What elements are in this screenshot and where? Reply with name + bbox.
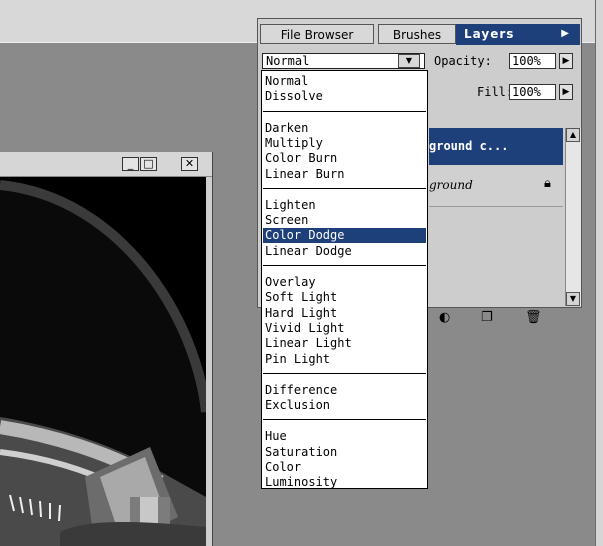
blend-mode-item[interactable]: Normal [263,74,426,89]
layer-row-selected[interactable]: ground c... [429,128,563,165]
tab-layers[interactable]: Layers ▶ [456,24,580,45]
blend-mode-item[interactable]: Color Dodge [263,228,426,244]
image-canvas[interactable] [0,177,206,546]
scroll-down-icon[interactable]: ▼ [566,292,580,306]
image-document-window: _ □ ✕ [0,152,213,546]
workspace-right-edge [595,0,603,546]
tab-brushes[interactable]: Brushes [378,24,456,44]
layer-name: ground c... [429,139,509,153]
layers-bottom-toolbar: ◐ ❐ 🗑︎ [429,307,579,331]
palette-menu-arrow-icon[interactable]: ▶ [561,24,570,44]
layers-scrollbar[interactable]: ▲ ▼ [565,128,581,306]
blend-mode-item[interactable]: Exclusion [263,398,426,413]
menu-separator [263,265,426,266]
tab-layers-label: Layers [464,27,515,41]
blend-mode-item[interactable]: Vivid Light [263,321,426,336]
menu-separator [263,187,426,189]
blend-mode-item[interactable]: Color [263,460,426,475]
blend-mode-item[interactable]: Overlay [263,275,426,290]
blend-mode-item[interactable]: Soft Light [263,290,426,305]
blend-mode-item[interactable]: Darken [263,121,426,136]
blend-mode-item[interactable]: Linear Light [263,336,426,351]
opacity-label: Opacity: [434,54,492,68]
maximize-button[interactable]: □ [140,157,157,171]
blend-mode-item[interactable]: Multiply [263,136,426,151]
blend-mode-item[interactable]: Pin Light [263,352,426,367]
new-layer-icon[interactable]: ❐ [481,311,493,325]
microscope-photo [0,177,206,546]
menu-separator [263,419,426,421]
blend-mode-item[interactable]: Saturation [263,445,426,460]
minimize-button[interactable]: _ [122,157,139,171]
fill-field[interactable]: 100% [509,84,556,100]
menu-separator [263,110,426,112]
fill-label: Fill: [477,85,514,99]
blend-mode-item[interactable]: Color Burn [263,151,426,166]
fill-arrow-icon[interactable]: ▶ [559,84,573,100]
layer-row-background[interactable]: ground 🔒︎ [429,166,563,207]
blend-mode-item[interactable]: Linear Burn [263,167,426,182]
opacity-arrow-icon[interactable]: ▶ [559,53,573,69]
adjustment-layer-icon[interactable]: ◐ [439,311,450,325]
tab-file-browser[interactable]: File Browser [260,24,374,44]
blend-mode-item[interactable]: Luminosity [263,475,426,490]
menu-separator [263,372,426,374]
lock-icon: 🔒︎ [544,176,551,191]
close-button[interactable]: ✕ [181,157,198,171]
blend-mode-menu: Normal Dissolve Darken Multiply Color Burn Li… [261,70,428,489]
trash-icon[interactable]: 🗑︎ [525,311,542,325]
blend-mode-item[interactable]: Dissolve [263,89,426,104]
blend-mode-dropdown-icon[interactable]: ▼ [398,54,420,68]
background-layer-name: ground [429,178,473,192]
blend-mode-item[interactable]: Hard Light [263,306,426,321]
blend-mode-item[interactable]: Hue [263,429,426,444]
blend-mode-item[interactable]: Linear Dodge [263,244,426,259]
blend-mode-item[interactable]: Lighten [263,198,426,213]
opacity-field[interactable]: 100% [509,53,556,69]
scroll-up-icon[interactable]: ▲ [566,128,580,142]
blend-mode-item[interactable]: Difference [263,383,426,398]
blend-mode-item[interactable]: Screen [263,213,426,228]
image-window-titlebar[interactable]: _ □ ✕ [0,152,212,177]
